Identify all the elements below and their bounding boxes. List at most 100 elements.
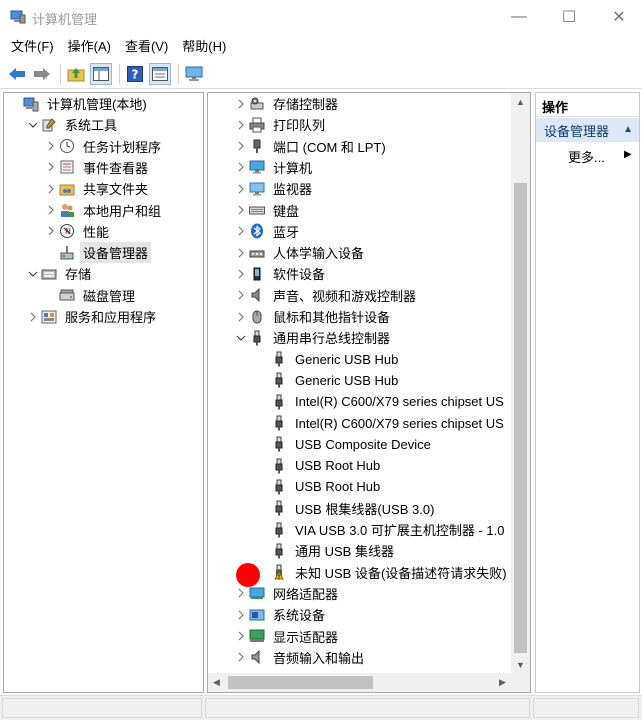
tree-item[interactable]: 本地用户和组 — [44, 200, 164, 221]
menu-action[interactable]: 操作(A) — [61, 34, 118, 59]
monitor-button[interactable] — [183, 63, 205, 85]
chevron-right-icon[interactable] — [234, 136, 248, 157]
chevron-right-icon[interactable] — [234, 604, 248, 625]
chevron-right-icon[interactable] — [234, 157, 248, 178]
tree-item[interactable]: 通用 USB 集线器 — [256, 540, 397, 561]
tree-item[interactable]: 人体学输入设备 — [234, 242, 367, 263]
tree-item[interactable]: 计算机 — [234, 157, 315, 178]
tree-item[interactable]: 音频输入和输出 — [234, 647, 367, 668]
tree-item[interactable]: 共享文件夹 — [44, 178, 151, 199]
chevron-down-icon[interactable] — [26, 263, 40, 284]
tree-item[interactable]: Generic USB Hub — [256, 349, 401, 370]
tree-item[interactable]: 系统工具 — [26, 114, 120, 135]
tree-item[interactable]: 监视器 — [234, 178, 315, 199]
tree-item[interactable]: 未知 USB 设备(设备描述符请求失败) — [256, 562, 510, 583]
tree-item[interactable]: USB Composite Device — [256, 434, 434, 455]
actions-header: 操作 — [536, 93, 639, 117]
tree-item[interactable]: 显示适配器 — [234, 626, 341, 647]
tree-item[interactable]: 软件设备 — [234, 263, 328, 284]
chevron-down-icon[interactable] — [26, 114, 40, 135]
menu-view[interactable]: 查看(V) — [118, 34, 175, 59]
scroll-down-arrow-icon[interactable]: ▼ — [511, 656, 530, 673]
menu-help[interactable]: 帮助(H) — [175, 34, 233, 59]
tree-item[interactable]: USB Root Hub — [256, 476, 383, 497]
more-actions-link[interactable]: 更多... — [568, 147, 605, 166]
back-button[interactable] — [6, 63, 28, 85]
tree-item[interactable]: 打印队列 — [234, 114, 328, 135]
chevron-right-icon[interactable] — [44, 200, 58, 221]
menu-file[interactable]: 文件(F) — [4, 34, 61, 59]
chevron-right-icon[interactable] — [44, 221, 58, 242]
tree-item[interactable]: 键盘 — [234, 200, 302, 221]
tree-item[interactable]: 设备管理器 — [44, 242, 152, 264]
tree-item[interactable]: 鼠标和其他指针设备 — [234, 306, 393, 327]
usb-icon — [270, 350, 288, 368]
horizontal-scrollbar[interactable]: ◀ ▶ — [208, 673, 511, 692]
chevron-right-icon[interactable] — [44, 157, 58, 178]
chevron-right-icon[interactable] — [234, 242, 248, 263]
scroll-left-arrow-icon[interactable]: ◀ — [208, 673, 225, 692]
tree-item-label: 未知 USB 设备(设备描述符请求失败) — [295, 565, 507, 581]
tree-item[interactable]: 服务和应用程序 — [26, 306, 159, 327]
tree-item[interactable]: 事件查看器 — [44, 157, 151, 178]
up-folder-button[interactable] — [65, 63, 87, 85]
chevron-right-icon[interactable] — [234, 306, 248, 327]
tree-item[interactable]: Generic USB Hub — [256, 370, 401, 391]
chevron-right-icon[interactable] — [234, 647, 248, 668]
tree-item[interactable]: USB 根集线器(USB 3.0) — [256, 498, 437, 519]
maximize-button[interactable]: ☐ — [546, 0, 592, 34]
chevron-right-icon[interactable] — [234, 93, 248, 114]
tree-item[interactable]: USB Root Hub — [256, 455, 383, 476]
tree-item[interactable]: 磁盘管理 — [44, 285, 138, 306]
tree-item-label: 鼠标和其他指针设备 — [273, 310, 391, 325]
tree-item[interactable]: VIA USB 3.0 可扩展主机控制器 - 1.0 — [256, 519, 508, 540]
properties-button[interactable] — [149, 62, 171, 85]
tree-item[interactable]: 蓝牙 — [234, 221, 302, 242]
tree-item-label: 设备管理器 — [80, 242, 152, 264]
usb-icon — [270, 435, 288, 453]
scroll-up-arrow-icon[interactable]: ▲ — [511, 93, 530, 110]
chevron-right-icon[interactable] — [234, 263, 248, 284]
tree-item[interactable]: Intel(R) C600/X79 series chipset US — [256, 413, 507, 434]
chevron-right-icon[interactable] — [234, 285, 248, 306]
menu-bar: 文件(F) 操作(A) 查看(V) 帮助(H) — [0, 34, 642, 59]
show-tree-button[interactable] — [90, 62, 112, 85]
toolbar: ? — [0, 59, 642, 89]
tree-item[interactable]: 系统设备 — [234, 604, 328, 625]
chevron-right-icon[interactable] — [234, 200, 248, 221]
chevron-right-icon[interactable] — [26, 306, 40, 327]
vertical-scrollbar[interactable]: ▲ ▼ — [511, 93, 530, 673]
close-button[interactable]: ✕ — [596, 0, 642, 34]
tree-item[interactable]: 存储控制器 — [234, 93, 341, 114]
collapse-caret-icon[interactable]: ▲ — [623, 124, 633, 135]
scrollbar-thumb[interactable] — [514, 183, 527, 653]
tree-item[interactable]: 通用串行总线控制器 — [234, 327, 393, 348]
tree-item[interactable]: 任务计划程序 — [44, 136, 164, 157]
tree-item[interactable]: 计算机管理(本地) — [8, 93, 150, 114]
printer-icon — [248, 116, 266, 134]
chevron-right-icon[interactable] — [44, 136, 58, 157]
scroll-right-arrow-icon[interactable]: ▶ — [494, 673, 511, 692]
forward-button[interactable] — [31, 63, 53, 85]
tree-item-label: VIA USB 3.0 可扩展主机控制器 - 1.0 — [295, 523, 505, 538]
minimize-button[interactable]: — — [496, 0, 542, 34]
tree-item[interactable]: N 性能 — [44, 221, 112, 242]
chevron-right-icon[interactable] — [234, 114, 248, 135]
actions-section-device-manager[interactable]: 设备管理器 ▲ — [536, 118, 639, 142]
computer-management-icon — [10, 10, 26, 24]
tree-item[interactable]: 端口 (COM 和 LPT) — [234, 136, 389, 157]
status-segment — [2, 698, 202, 718]
chevron-right-icon[interactable] — [234, 221, 248, 242]
scrollbar-corner — [511, 673, 530, 692]
chevron-right-icon[interactable] — [234, 178, 248, 199]
chevron-right-icon[interactable] — [234, 626, 248, 647]
tree-item[interactable]: Intel(R) C600/X79 series chipset US — [256, 391, 507, 412]
tree-item[interactable]: 声音、视频和游戏控制器 — [234, 285, 419, 306]
scrollbar-thumb[interactable] — [228, 676, 373, 689]
help-button[interactable]: ? — [124, 63, 146, 85]
chevron-right-icon[interactable] — [44, 178, 58, 199]
chevron-down-icon[interactable] — [234, 327, 248, 348]
usb-icon — [270, 457, 288, 475]
tree-item[interactable]: 存储 — [26, 263, 94, 284]
